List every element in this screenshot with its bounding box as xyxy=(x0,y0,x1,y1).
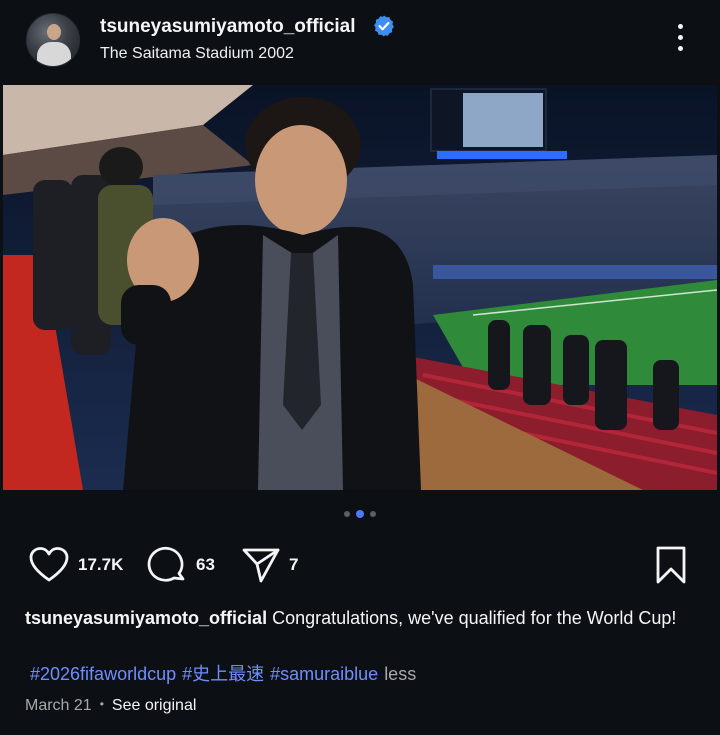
hashtag[interactable]: #samuraiblue xyxy=(270,664,378,684)
post-date: March 21 xyxy=(25,697,92,714)
post-actions: 17.7K 63 7 xyxy=(0,545,720,585)
stadium-photo-illustration xyxy=(3,85,717,490)
hashtag-line: #2026fifaworldcup #史上最速 #samuraiblue less xyxy=(30,660,416,688)
post-location[interactable]: The Saitama Stadium 2002 xyxy=(100,45,294,63)
hashtag[interactable]: #2026fifaworldcup xyxy=(30,664,176,684)
less-link[interactable]: less xyxy=(384,664,416,684)
more-icon[interactable] xyxy=(670,24,690,56)
hashtag[interactable]: #史上最速 xyxy=(182,664,264,684)
heart-icon xyxy=(29,547,69,582)
post-header: tsuneyasumiyamoto_official The Saitama S… xyxy=(0,0,720,84)
see-original-link[interactable]: See original xyxy=(112,697,197,714)
caption-username[interactable]: tsuneyasumiyamoto_official xyxy=(25,608,267,628)
carousel-dot xyxy=(370,511,376,517)
like-count[interactable]: 17.7K xyxy=(78,555,123,575)
share-icon xyxy=(242,548,280,583)
share-button[interactable]: 7 xyxy=(241,545,298,585)
carousel-dot-active xyxy=(356,510,364,518)
verified-icon xyxy=(374,15,394,37)
like-button[interactable]: 17.7K xyxy=(28,545,123,585)
avatar[interactable] xyxy=(26,13,80,67)
post-photo[interactable] xyxy=(3,85,717,490)
carousel-indicator xyxy=(0,510,720,518)
carousel-dot xyxy=(344,511,350,517)
post-caption: tsuneyasumiyamoto_official Congratulatio… xyxy=(25,604,695,632)
post-meta: March 21 • See original xyxy=(25,697,196,715)
bookmark-icon xyxy=(656,546,686,584)
share-count[interactable]: 7 xyxy=(289,555,298,575)
post-username[interactable]: tsuneyasumiyamoto_official xyxy=(100,16,356,38)
comment-button[interactable]: 63 xyxy=(146,545,215,585)
caption-text: Congratulations, we've qualified for the… xyxy=(272,608,677,628)
comment-icon xyxy=(147,546,185,582)
meta-separator: • xyxy=(99,697,104,711)
comment-count[interactable]: 63 xyxy=(196,555,215,575)
save-button[interactable] xyxy=(654,545,688,585)
